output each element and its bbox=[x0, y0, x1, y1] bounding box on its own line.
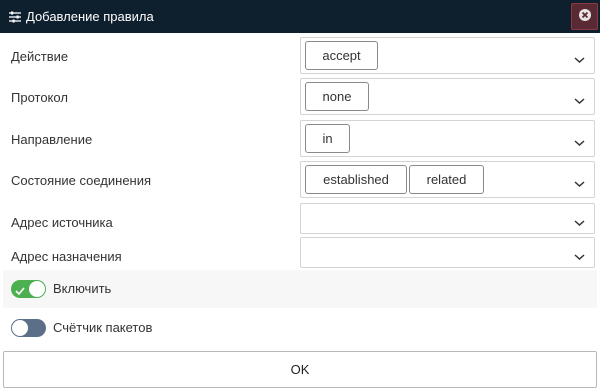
action-label: Действие bbox=[11, 49, 69, 64]
source-label: Адрес источника bbox=[11, 215, 113, 230]
state-select[interactable]: established related bbox=[300, 161, 595, 198]
protocol-select[interactable]: none bbox=[300, 78, 595, 115]
protocol-label: Протокол bbox=[11, 90, 68, 105]
dialog-title: Добавление правила bbox=[26, 9, 154, 24]
toggle-knob bbox=[12, 320, 28, 336]
action-chip[interactable]: accept bbox=[305, 41, 378, 70]
destination-label: Адрес назначения bbox=[11, 249, 122, 264]
tune-icon bbox=[8, 10, 22, 24]
enable-toggle[interactable] bbox=[11, 280, 46, 298]
counter-row: Счётчик пакетов bbox=[3, 309, 597, 347]
toggle-knob bbox=[29, 281, 45, 297]
state-label: Состояние соединения bbox=[11, 173, 152, 188]
destination-select[interactable] bbox=[300, 237, 595, 268]
chevron-down-icon bbox=[574, 135, 585, 146]
action-select[interactable]: accept bbox=[300, 37, 595, 74]
ok-button[interactable]: OK bbox=[3, 351, 597, 388]
direction-chip[interactable]: in bbox=[305, 124, 350, 153]
source-select[interactable] bbox=[300, 203, 595, 234]
state-chip-related[interactable]: related bbox=[409, 165, 484, 194]
enable-row: Включить bbox=[3, 270, 597, 308]
close-button[interactable] bbox=[571, 3, 598, 30]
enable-label: Включить bbox=[53, 281, 112, 296]
check-icon bbox=[15, 284, 25, 296]
chevron-down-icon bbox=[574, 93, 585, 104]
counter-toggle[interactable] bbox=[11, 319, 46, 337]
close-icon bbox=[578, 8, 592, 25]
chevron-down-icon bbox=[574, 215, 585, 226]
counter-label: Счётчик пакетов bbox=[53, 320, 153, 335]
direction-label: Направление bbox=[11, 132, 93, 147]
direction-select[interactable]: in bbox=[300, 120, 595, 157]
dialog-titlebar: Добавление правила bbox=[0, 0, 600, 33]
chevron-down-icon bbox=[574, 52, 585, 63]
chevron-down-icon bbox=[574, 249, 585, 260]
protocol-chip[interactable]: none bbox=[305, 82, 369, 111]
chevron-down-icon bbox=[574, 176, 585, 187]
state-chip-established[interactable]: established bbox=[305, 165, 407, 194]
